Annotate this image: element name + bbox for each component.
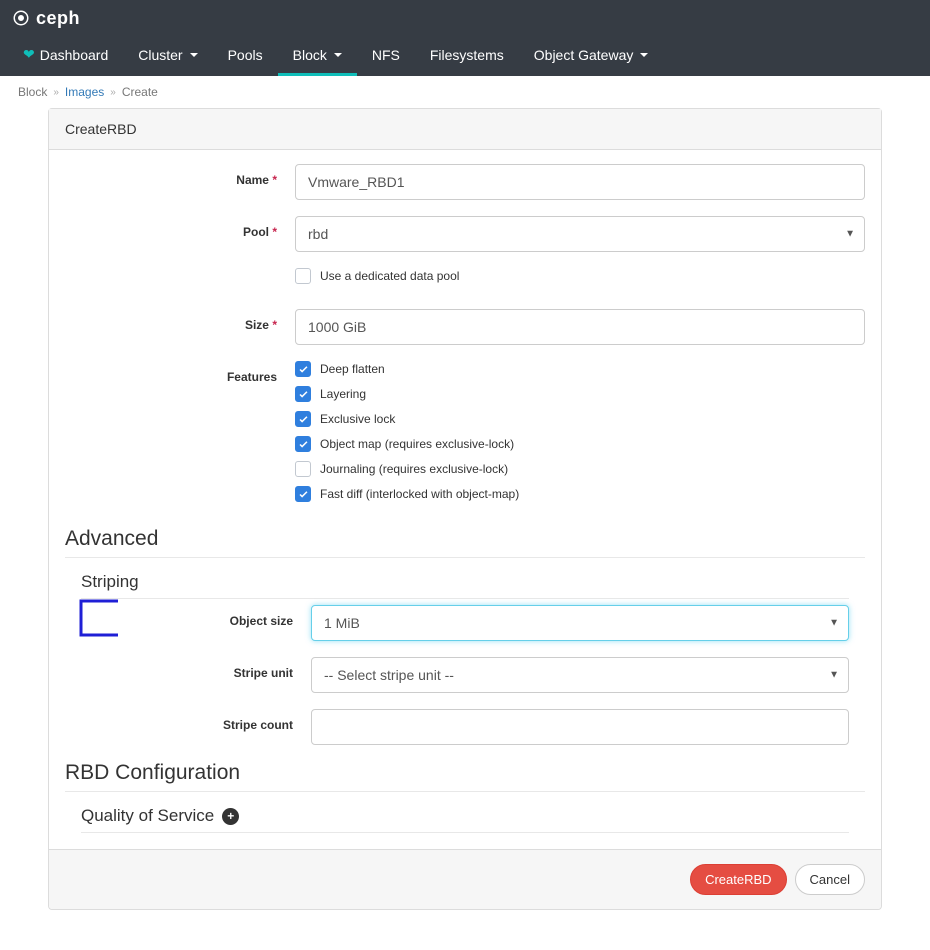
stripe-count-input[interactable] xyxy=(311,709,849,745)
feature-label: Layering xyxy=(320,387,366,401)
topbar: ceph xyxy=(0,0,930,36)
heart-icon: ❤ xyxy=(23,46,35,63)
qos-expand-icon[interactable]: + xyxy=(222,808,239,825)
nav-label: Object Gateway xyxy=(534,47,634,63)
label-name: Name * xyxy=(65,164,295,187)
size-input[interactable] xyxy=(295,309,865,345)
nav-nfs[interactable]: NFS xyxy=(357,36,415,76)
caret-icon xyxy=(334,53,342,57)
nav-pools[interactable]: Pools xyxy=(213,36,278,76)
nav-label: Filesystems xyxy=(430,47,504,63)
qos-heading: Quality of Service xyxy=(81,806,214,826)
feature-checkbox[interactable] xyxy=(295,486,311,502)
object-size-select[interactable]: 1 MiB xyxy=(311,605,849,641)
brand-text: ceph xyxy=(36,8,80,29)
feature-label: Object map (requires exclusive-lock) xyxy=(320,437,514,451)
panel-footer: CreateRBD Cancel xyxy=(49,849,881,909)
caret-icon xyxy=(190,53,198,57)
nav-object-gateway[interactable]: Object Gateway xyxy=(519,36,664,76)
feature-checkbox[interactable] xyxy=(295,436,311,452)
nav-label: Pools xyxy=(228,47,263,63)
label-pool: Pool * xyxy=(65,216,295,239)
breadcrumb: Block » Images » Create xyxy=(0,76,930,108)
chevron-right-icon: » xyxy=(53,87,59,98)
pool-select[interactable]: rbd xyxy=(295,216,865,252)
create-rbd-panel: CreateRBD Name * Pool * rbd xyxy=(48,108,882,910)
nav-block[interactable]: Block xyxy=(278,36,357,76)
breadcrumb-block[interactable]: Block xyxy=(18,85,47,99)
breadcrumb-images[interactable]: Images xyxy=(65,85,104,99)
brand-logo[interactable]: ceph xyxy=(12,8,80,29)
feature-checkbox[interactable] xyxy=(295,411,311,427)
breadcrumb-create: Create xyxy=(122,85,158,99)
striping-heading: Striping xyxy=(81,572,849,599)
label-features: Features xyxy=(65,361,295,384)
feature-label: Fast diff (interlocked with object-map) xyxy=(320,487,519,501)
feature-checkbox[interactable] xyxy=(295,461,311,477)
annotation-bracket-icon xyxy=(73,599,123,639)
label-size: Size * xyxy=(65,309,295,332)
caret-icon xyxy=(640,53,648,57)
feature-label: Exclusive lock xyxy=(320,412,395,426)
feature-checkbox[interactable] xyxy=(295,386,311,402)
dedicated-pool-checkbox[interactable] xyxy=(295,268,311,284)
feature-label: Journaling (requires exclusive-lock) xyxy=(320,462,508,476)
nav-label: NFS xyxy=(372,47,400,63)
nav-cluster[interactable]: Cluster xyxy=(123,36,212,76)
dedicated-pool-label: Use a dedicated data pool xyxy=(320,269,459,283)
chevron-right-icon: » xyxy=(110,87,116,98)
nav-label: Dashboard xyxy=(40,47,109,63)
rbd-config-heading: RBD Configuration xyxy=(65,761,865,792)
stripe-unit-select[interactable]: -- Select stripe unit -- xyxy=(311,657,849,693)
panel-title: CreateRBD xyxy=(49,109,881,150)
name-input[interactable] xyxy=(295,164,865,200)
label-stripe-unit: Stripe unit xyxy=(81,657,311,680)
nav-label: Block xyxy=(293,47,327,63)
ceph-icon xyxy=(12,9,30,27)
label-stripe-count: Stripe count xyxy=(81,709,311,732)
advanced-heading: Advanced xyxy=(65,527,865,558)
feature-label: Deep flatten xyxy=(320,362,385,376)
nav-dashboard[interactable]: ❤ Dashboard xyxy=(8,36,123,76)
submit-button[interactable]: CreateRBD xyxy=(690,864,786,895)
cancel-button[interactable]: Cancel xyxy=(795,864,865,895)
nav-label: Cluster xyxy=(138,47,182,63)
feature-checkbox[interactable] xyxy=(295,361,311,377)
nav-filesystems[interactable]: Filesystems xyxy=(415,36,519,76)
main-nav: ❤ Dashboard Cluster Pools Block NFS File… xyxy=(0,36,930,76)
